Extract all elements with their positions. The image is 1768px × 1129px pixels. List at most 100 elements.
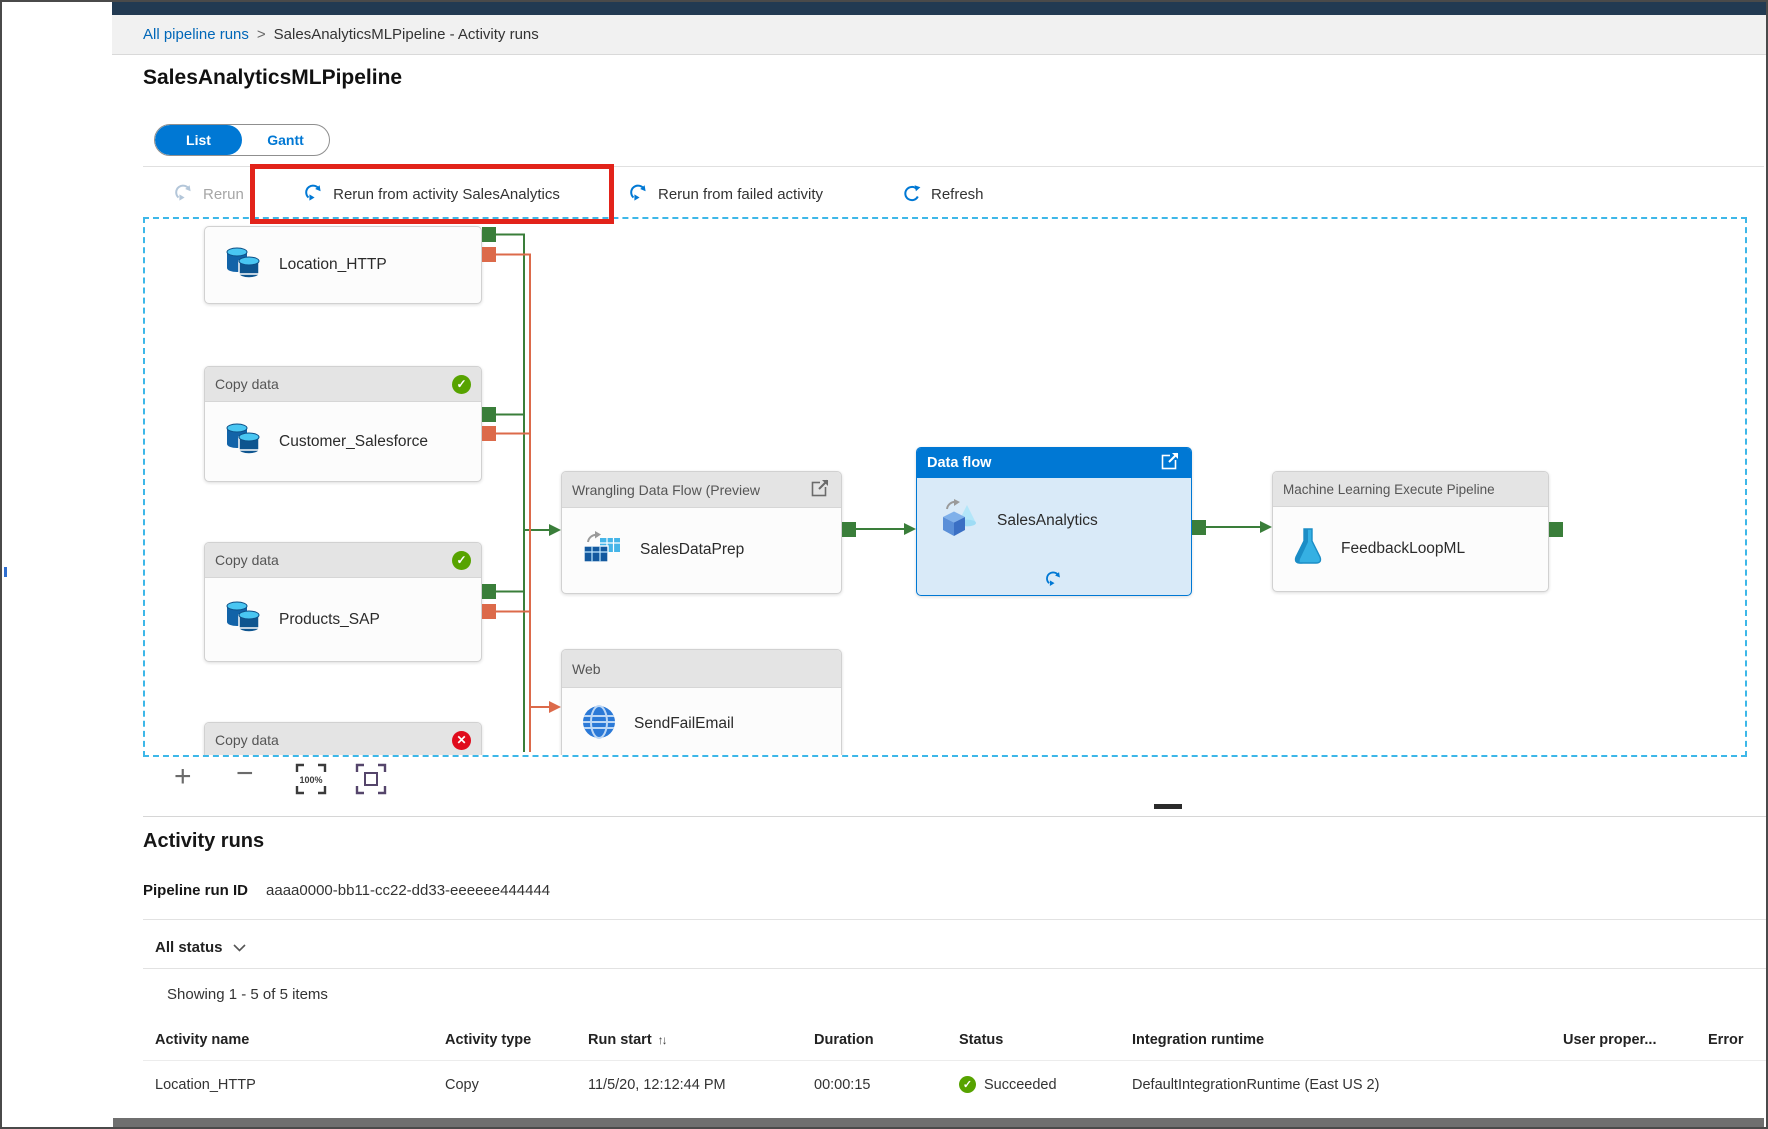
- status-filter-label: All status: [155, 938, 223, 956]
- cell-activity-type: Copy: [445, 1076, 479, 1093]
- showing-count: Showing 1 - 5 of 5 items: [167, 986, 328, 1003]
- globe-icon: [580, 703, 618, 746]
- zoom-level-label: 100%: [299, 775, 322, 785]
- activity-runs-heading: Activity runs: [143, 830, 265, 852]
- col-run-start[interactable]: Run start ↑↓: [588, 1032, 814, 1048]
- rerun-icon: [304, 184, 324, 204]
- section-divider: [143, 816, 1766, 817]
- rerun-from-failed-label: Rerun from failed activity: [658, 185, 824, 203]
- node-type-label: Machine Learning Execute Pipeline: [1283, 481, 1495, 497]
- node-products-sap[interactable]: Copy data ✓ Products_SAP: [204, 542, 482, 662]
- succeeded-badge-icon: ✓: [452, 374, 471, 394]
- failure-port: [482, 247, 496, 262]
- rerun-from-activity-button[interactable]: Rerun from activity SalesAnalytics: [333, 186, 560, 203]
- cell-status: ✓ Succeeded: [959, 1076, 1132, 1093]
- stray-cursor-artifact: [4, 567, 7, 577]
- rerun-button: Rerun: [174, 166, 244, 222]
- ml-flask-icon: [1291, 526, 1325, 571]
- zoom-fit-button[interactable]: [354, 762, 388, 801]
- col-error: Error: [1708, 1032, 1744, 1048]
- divider: [143, 919, 1766, 920]
- window-chrome-bar: [112, 2, 1766, 15]
- refresh-button[interactable]: Refresh: [902, 166, 984, 222]
- copy-data-icon: [223, 245, 263, 286]
- node-customer-salesforce[interactable]: Copy data ✓ Customer_Salesforce: [204, 366, 482, 482]
- rerun-from-activity-highlight: Rerun from activity SalesAnalytics: [250, 164, 614, 224]
- failure-port: [482, 426, 496, 441]
- node-title: FeedbackLoopML: [1341, 539, 1466, 557]
- table-header-row: Activity name Activity type Run start ↑↓…: [143, 1020, 1766, 1060]
- rerun-from-failed-button[interactable]: Rerun from failed activity: [629, 166, 823, 222]
- open-in-new-icon[interactable]: [809, 477, 831, 502]
- dataflow-icon: [935, 498, 981, 544]
- failure-port: [482, 604, 496, 619]
- refresh-label: Refresh: [931, 185, 984, 203]
- activity-runs-table: Activity name Activity type Run start ↑↓…: [143, 1020, 1766, 1108]
- copy-data-icon: [223, 599, 263, 640]
- breadcrumb-current: SalesAnalyticsMLPipeline - Activity runs: [273, 26, 539, 43]
- pipeline-canvas[interactable]: Location_HTTP Copy data ✓ Customer_Sales…: [143, 217, 1747, 757]
- node-title: SalesDataPrep: [640, 541, 745, 558]
- node-sales-data-prep[interactable]: Wrangling Data Flow (Preview SalesDataPr…: [561, 471, 842, 594]
- node-feedback-loop-ml[interactable]: Machine Learning Execute Pipeline Feedba…: [1272, 471, 1549, 592]
- zoom-out-button[interactable]: −: [236, 759, 254, 789]
- open-in-new-icon[interactable]: [1159, 450, 1181, 476]
- node-type-label: Data flow: [927, 455, 992, 471]
- rerun-icon: [174, 184, 194, 204]
- node-title: SendFailEmail: [634, 715, 734, 732]
- failed-badge-icon: ✕: [452, 730, 471, 750]
- breadcrumb: All pipeline runs > SalesAnalyticsMLPipe…: [112, 15, 1766, 55]
- status-filter-dropdown[interactable]: All status: [155, 930, 246, 964]
- sort-icon[interactable]: ↑↓: [658, 1033, 668, 1047]
- node-send-fail-email[interactable]: Web SendFailEmail: [561, 649, 842, 755]
- col-user-properties: User proper...: [1563, 1032, 1657, 1048]
- node-title: SalesAnalytics: [997, 512, 1098, 529]
- node-type-label: Copy data: [215, 732, 279, 748]
- view-toggle: List Gantt: [154, 124, 330, 156]
- pipeline-run-id-value: aaaa0000-bb11-cc22-dd33-eeeeee444444: [266, 882, 551, 899]
- col-integration-runtime: Integration runtime: [1132, 1032, 1265, 1048]
- succeeded-badge-icon: ✓: [452, 550, 471, 570]
- cell-duration: 00:00:15: [814, 1076, 871, 1093]
- node-sales-analytics[interactable]: Data flow SalesAnalytics: [916, 447, 1192, 596]
- node-title: Customer_Salesforce: [279, 432, 429, 450]
- refresh-icon: [902, 184, 922, 204]
- rerun-icon[interactable]: [1045, 571, 1063, 589]
- rerun-icon: [629, 184, 649, 204]
- node-title: Products_SAP: [279, 610, 380, 628]
- chevron-down-icon: [232, 939, 246, 956]
- page-title: SalesAnalyticsMLPipeline: [143, 66, 403, 89]
- success-port: [1192, 520, 1206, 535]
- node-copy-failed[interactable]: Copy data ✕: [204, 722, 482, 755]
- cell-integration-runtime: DefaultIntegrationRuntime (East US 2): [1132, 1076, 1380, 1093]
- table-row[interactable]: Location_HTTP Copy 11/5/20, 12:12:44 PM …: [143, 1060, 1766, 1108]
- rerun-label: Rerun: [203, 185, 244, 203]
- success-port: [1549, 522, 1563, 537]
- cell-activity-name: Location_HTTP: [155, 1076, 256, 1093]
- col-activity-name: Activity name: [155, 1032, 250, 1048]
- breadcrumb-separator: >: [256, 26, 266, 43]
- col-duration: Duration: [814, 1032, 874, 1048]
- copy-data-icon: [223, 421, 263, 462]
- node-location-http[interactable]: Location_HTTP: [204, 226, 482, 304]
- tab-list[interactable]: List: [155, 125, 242, 155]
- col-status: Status: [959, 1032, 1004, 1048]
- col-activity-type: Activity type: [445, 1032, 532, 1048]
- zoom-in-button[interactable]: +: [174, 762, 192, 792]
- success-port: [482, 227, 496, 242]
- node-type-label: Web: [572, 660, 601, 677]
- success-port: [842, 522, 856, 537]
- success-port: [482, 407, 496, 422]
- node-type-label: Copy data: [215, 552, 279, 568]
- wrangling-dataflow-icon: [580, 530, 624, 571]
- horizontal-scrollbar[interactable]: [113, 1118, 1764, 1127]
- cell-run-start: 11/5/20, 12:12:44 PM: [588, 1076, 726, 1093]
- scrollbar-thumb[interactable]: [1154, 804, 1182, 809]
- node-title: Location_HTTP: [279, 256, 387, 273]
- zoom-100-button[interactable]: 100%: [294, 762, 328, 801]
- success-port: [482, 584, 496, 599]
- node-type-label: Copy data: [215, 376, 279, 392]
- breadcrumb-link-all-pipeline-runs[interactable]: All pipeline runs: [143, 26, 249, 43]
- succeeded-icon: ✓: [959, 1076, 976, 1093]
- tab-gantt[interactable]: Gantt: [242, 125, 329, 155]
